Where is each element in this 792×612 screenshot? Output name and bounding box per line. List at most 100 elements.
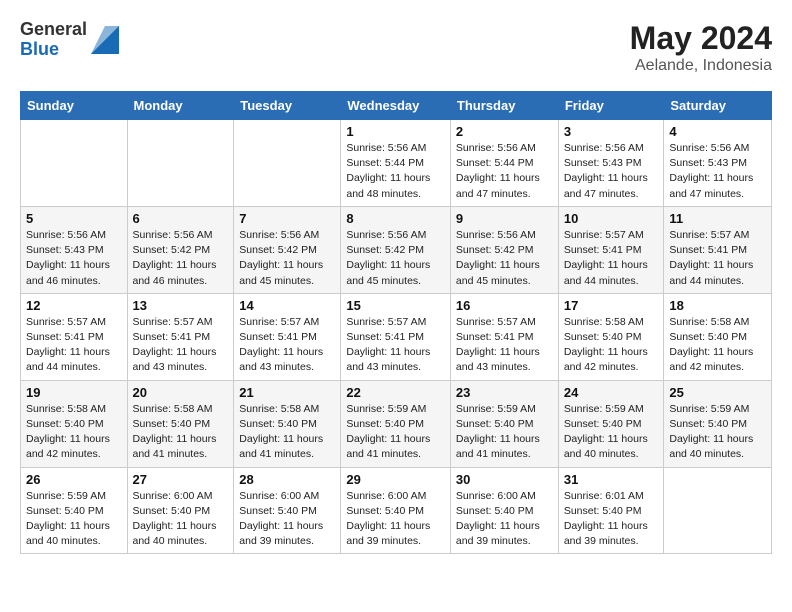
calendar-cell: 22 Sunrise: 5:59 AM Sunset: 5:40 PM Dayli…	[341, 380, 451, 467]
day-number: 23	[456, 385, 553, 400]
header-thursday: Thursday	[450, 92, 558, 120]
calendar-header-row: SundayMondayTuesdayWednesdayThursdayFrid…	[21, 92, 772, 120]
logo-general: General	[20, 20, 87, 40]
calendar-cell: 20Sunrise: 5:58 AM Sunset: 5:40 PM Dayli…	[127, 380, 234, 467]
calendar-cell: 10 Sunrise: 5:57 AM Sunset: 5:41 PM Dayli…	[558, 206, 664, 293]
day-number: 30	[456, 472, 553, 487]
day-number: 22	[346, 385, 445, 400]
calendar-cell: 7 Sunrise: 5:56 AM Sunset: 5:42 PM Daylig…	[234, 206, 341, 293]
day-info: Sunrise: 5:56 AM Sunset: 5:42 PM Dayligh…	[239, 228, 335, 289]
day-number: 28	[239, 472, 335, 487]
header-wednesday: Wednesday	[341, 92, 451, 120]
calendar-cell: 26 Sunrise: 5:59 AM Sunset: 5:40 PM Dayli…	[21, 467, 128, 554]
day-number: 14	[239, 298, 335, 313]
day-number: 5	[26, 211, 122, 226]
day-number: 16	[456, 298, 553, 313]
day-number: 7	[239, 211, 335, 226]
day-info: Sunrise: 5:57 AM Sunset: 5:41 PM Dayligh…	[564, 228, 659, 289]
day-number: 24	[564, 385, 659, 400]
day-info: Sunrise: 6:00 AM Sunset: 5:40 PM Dayligh…	[346, 489, 445, 550]
day-info: Sunrise: 5:56 AM Sunset: 5:44 PM Dayligh…	[456, 141, 553, 202]
calendar-cell: 9 Sunrise: 5:56 AM Sunset: 5:42 PM Daylig…	[450, 206, 558, 293]
page-header: General Blue May 2024 Aelande, Indonesia	[20, 20, 772, 75]
calendar-cell: 21 Sunrise: 5:58 AM Sunset: 5:40 PM Dayli…	[234, 380, 341, 467]
day-number: 4	[669, 124, 766, 139]
calendar-cell: 24Sunrise: 5:59 AM Sunset: 5:40 PM Dayli…	[558, 380, 664, 467]
header-monday: Monday	[127, 92, 234, 120]
logo-blue: Blue	[20, 40, 87, 60]
day-info: Sunrise: 5:58 AM Sunset: 5:40 PM Dayligh…	[26, 402, 122, 463]
header-saturday: Saturday	[664, 92, 772, 120]
day-number: 15	[346, 298, 445, 313]
day-info: Sunrise: 5:57 AM Sunset: 5:41 PM Dayligh…	[669, 228, 766, 289]
day-info: Sunrise: 5:59 AM Sunset: 5:40 PM Dayligh…	[26, 489, 122, 550]
day-number: 18	[669, 298, 766, 313]
calendar-cell: 13Sunrise: 5:57 AM Sunset: 5:41 PM Dayli…	[127, 293, 234, 380]
day-number: 13	[133, 298, 229, 313]
calendar-cell: 30Sunrise: 6:00 AM Sunset: 5:40 PM Dayli…	[450, 467, 558, 554]
day-number: 25	[669, 385, 766, 400]
day-info: Sunrise: 6:01 AM Sunset: 5:40 PM Dayligh…	[564, 489, 659, 550]
day-info: Sunrise: 5:58 AM Sunset: 5:40 PM Dayligh…	[239, 402, 335, 463]
day-info: Sunrise: 6:00 AM Sunset: 5:40 PM Dayligh…	[239, 489, 335, 550]
day-number: 10	[564, 211, 659, 226]
calendar-cell: 5 Sunrise: 5:56 AM Sunset: 5:43 PM Daylig…	[21, 206, 128, 293]
calendar-cell	[234, 120, 341, 207]
calendar-cell	[127, 120, 234, 207]
day-info: Sunrise: 5:57 AM Sunset: 5:41 PM Dayligh…	[346, 315, 445, 376]
calendar-cell: 2 Sunrise: 5:56 AM Sunset: 5:44 PM Daylig…	[450, 120, 558, 207]
calendar-cell: 17 Sunrise: 5:58 AM Sunset: 5:40 PM Dayli…	[558, 293, 664, 380]
logo: General Blue	[20, 20, 119, 60]
calendar-cell	[664, 467, 772, 554]
header-sunday: Sunday	[21, 92, 128, 120]
day-number: 6	[133, 211, 229, 226]
calendar-cell: 12 Sunrise: 5:57 AM Sunset: 5:41 PM Dayli…	[21, 293, 128, 380]
header-friday: Friday	[558, 92, 664, 120]
day-number: 26	[26, 472, 122, 487]
day-info: Sunrise: 6:00 AM Sunset: 5:40 PM Dayligh…	[133, 489, 229, 550]
day-info: Sunrise: 5:59 AM Sunset: 5:40 PM Dayligh…	[346, 402, 445, 463]
day-number: 1	[346, 124, 445, 139]
calendar-cell: 6 Sunrise: 5:56 AM Sunset: 5:42 PM Daylig…	[127, 206, 234, 293]
calendar-cell: 18 Sunrise: 5:58 AM Sunset: 5:40 PM Dayli…	[664, 293, 772, 380]
day-info: Sunrise: 5:57 AM Sunset: 5:41 PM Dayligh…	[26, 315, 122, 376]
calendar-cell: 1 Sunrise: 5:56 AM Sunset: 5:44 PM Daylig…	[341, 120, 451, 207]
week-row-1: 5 Sunrise: 5:56 AM Sunset: 5:43 PM Daylig…	[21, 206, 772, 293]
calendar-cell: 31 Sunrise: 6:01 AM Sunset: 5:40 PM Dayli…	[558, 467, 664, 554]
day-info: Sunrise: 5:59 AM Sunset: 5:40 PM Dayligh…	[456, 402, 553, 463]
week-row-4: 26 Sunrise: 5:59 AM Sunset: 5:40 PM Dayli…	[21, 467, 772, 554]
day-info: Sunrise: 5:56 AM Sunset: 5:44 PM Dayligh…	[346, 141, 445, 202]
day-number: 29	[346, 472, 445, 487]
day-info: Sunrise: 5:56 AM Sunset: 5:42 PM Dayligh…	[456, 228, 553, 289]
day-number: 17	[564, 298, 659, 313]
day-number: 21	[239, 385, 335, 400]
location: Aelande, Indonesia	[630, 57, 772, 75]
day-info: Sunrise: 5:56 AM Sunset: 5:42 PM Dayligh…	[133, 228, 229, 289]
day-info: Sunrise: 5:56 AM Sunset: 5:43 PM Dayligh…	[564, 141, 659, 202]
title-block: May 2024 Aelande, Indonesia	[630, 20, 772, 75]
day-number: 12	[26, 298, 122, 313]
day-info: Sunrise: 5:56 AM Sunset: 5:43 PM Dayligh…	[26, 228, 122, 289]
day-number: 19	[26, 385, 122, 400]
calendar-cell: 29 Sunrise: 6:00 AM Sunset: 5:40 PM Dayli…	[341, 467, 451, 554]
day-info: Sunrise: 5:57 AM Sunset: 5:41 PM Dayligh…	[456, 315, 553, 376]
day-info: Sunrise: 5:58 AM Sunset: 5:40 PM Dayligh…	[669, 315, 766, 376]
day-number: 2	[456, 124, 553, 139]
day-info: Sunrise: 5:59 AM Sunset: 5:40 PM Dayligh…	[669, 402, 766, 463]
month-year: May 2024	[630, 20, 772, 57]
day-info: Sunrise: 5:58 AM Sunset: 5:40 PM Dayligh…	[564, 315, 659, 376]
day-number: 9	[456, 211, 553, 226]
day-number: 31	[564, 472, 659, 487]
calendar-cell: 25 Sunrise: 5:59 AM Sunset: 5:40 PM Dayli…	[664, 380, 772, 467]
week-row-3: 19 Sunrise: 5:58 AM Sunset: 5:40 PM Dayli…	[21, 380, 772, 467]
calendar-cell: 14Sunrise: 5:57 AM Sunset: 5:41 PM Dayli…	[234, 293, 341, 380]
calendar-cell: 28 Sunrise: 6:00 AM Sunset: 5:40 PM Dayli…	[234, 467, 341, 554]
calendar-table: SundayMondayTuesdayWednesdayThursdayFrid…	[20, 91, 772, 554]
day-number: 11	[669, 211, 766, 226]
calendar-cell: 15 Sunrise: 5:57 AM Sunset: 5:41 PM Dayli…	[341, 293, 451, 380]
calendar-cell: 23 Sunrise: 5:59 AM Sunset: 5:40 PM Dayli…	[450, 380, 558, 467]
week-row-0: 1 Sunrise: 5:56 AM Sunset: 5:44 PM Daylig…	[21, 120, 772, 207]
calendar-cell: 19 Sunrise: 5:58 AM Sunset: 5:40 PM Dayli…	[21, 380, 128, 467]
logo-icon	[91, 26, 119, 54]
day-info: Sunrise: 5:56 AM Sunset: 5:42 PM Dayligh…	[346, 228, 445, 289]
